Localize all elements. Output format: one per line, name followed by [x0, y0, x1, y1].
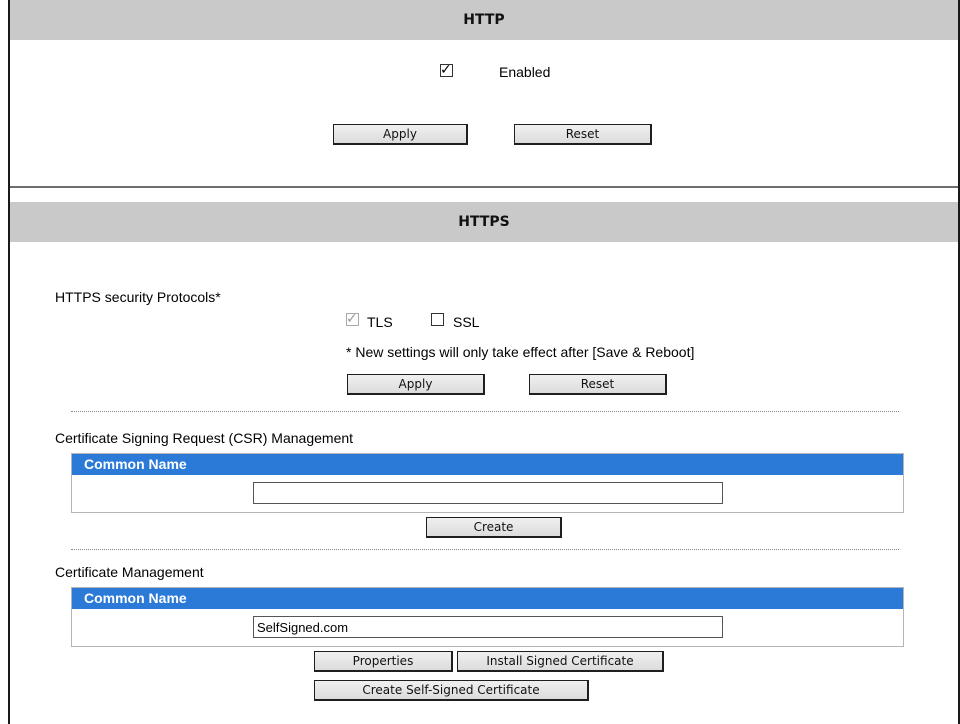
http-reset-button[interactable]: Reset	[514, 124, 652, 145]
tls-checkbox[interactable]: ✓	[346, 310, 359, 326]
http-section-title: HTTP	[463, 12, 505, 28]
http-section-header: HTTP	[10, 0, 958, 40]
divider-dotted	[71, 549, 899, 550]
csr-table: Common Name	[71, 453, 904, 513]
csr-table-row	[72, 475, 903, 512]
cert-common-name-input[interactable]	[253, 616, 723, 638]
cert-column-header: Common Name	[72, 588, 903, 609]
tls-label: TLS	[367, 314, 393, 330]
https-section-header: HTTPS	[10, 202, 958, 242]
section-divider	[10, 186, 958, 188]
csr-common-name-input[interactable]	[253, 482, 723, 504]
install-signed-certificate-button[interactable]: Install Signed Certificate	[457, 651, 664, 672]
https-protocols-label: HTTPS security Protocols*	[55, 289, 221, 305]
settings-panel: HTTP ✓ Enabled Apply Reset HTTPS HTTPS s…	[8, 0, 960, 724]
https-section-title: HTTPS	[458, 214, 510, 230]
cert-properties-button[interactable]: Properties	[314, 651, 453, 672]
http-enabled-label: Enabled	[499, 64, 551, 80]
ssl-checkbox[interactable]	[431, 313, 444, 326]
https-reboot-note: * New settings will only take effect aft…	[346, 344, 695, 360]
https-reset-button[interactable]: Reset	[529, 374, 667, 395]
checkmark-icon: ✓	[440, 61, 452, 77]
http-apply-button[interactable]: Apply	[333, 124, 468, 145]
cert-table-row	[72, 609, 903, 646]
cert-heading: Certificate Management	[55, 564, 204, 580]
csr-heading: Certificate Signing Request (CSR) Manage…	[55, 430, 354, 446]
divider-dotted	[71, 411, 899, 412]
csr-create-button[interactable]: Create	[426, 517, 562, 538]
checkmark-icon: ✓	[346, 310, 358, 326]
http-enabled-checkbox[interactable]: ✓	[440, 61, 453, 77]
cert-table: Common Name	[71, 587, 904, 647]
ssl-label: SSL	[453, 314, 480, 330]
https-apply-button[interactable]: Apply	[347, 374, 485, 395]
create-self-signed-certificate-button[interactable]: Create Self-Signed Certificate	[314, 680, 589, 701]
csr-column-header: Common Name	[72, 454, 903, 475]
